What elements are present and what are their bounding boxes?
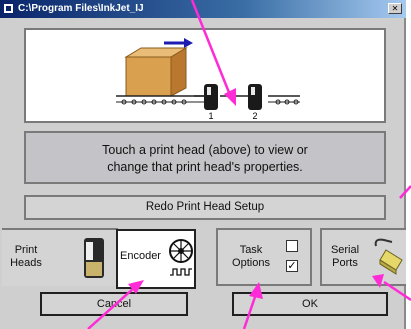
direction-arrow-icon: [164, 38, 193, 48]
print-head-2: [220, 84, 262, 110]
instruction-message: Touch a print head (above) to view or ch…: [24, 131, 386, 184]
redo-print-head-setup-button[interactable]: Redo Print Head Setup: [24, 195, 386, 220]
conveyor-illustration: 1 2: [116, 38, 300, 121]
tab-task-options-label: Task Options: [228, 244, 274, 270]
unchecked-checkbox-icon: [286, 240, 298, 252]
tab-encoder[interactable]: Encoder: [116, 229, 196, 289]
tab-task-options-label-line1: Task: [239, 244, 263, 256]
instruction-line-1: Touch a print head (above) to view or: [102, 143, 308, 157]
conveyor-left: [116, 95, 206, 105]
close-button[interactable]: ✕: [388, 3, 402, 14]
application-window: C:\Program Files\InkJet_IJ ✕ 1 2 Touch a…: [0, 0, 406, 329]
title-bar: C:\Program Files\InkJet_IJ ✕: [0, 0, 406, 18]
encoder-wheel-icon: [169, 239, 193, 276]
tab-encoder-label: Encoder: [120, 250, 161, 262]
tab-serial-ports-label: Serial Ports: [326, 244, 364, 270]
serial-cable-icon: [374, 238, 403, 275]
tab-print-heads-label-line1: Print: [14, 244, 38, 256]
print-head-diagram: 1 2: [24, 28, 386, 123]
print-head-1: [194, 84, 218, 110]
print-head-2-label: 2: [252, 111, 257, 121]
app-icon: [3, 3, 14, 14]
tab-serial-ports-label-line1: Serial: [330, 244, 360, 256]
window-title: C:\Program Files\InkJet_IJ: [18, 3, 144, 14]
tab-serial-ports-label-line2: Ports: [332, 257, 358, 269]
ok-button[interactable]: OK: [232, 292, 388, 316]
print-head-1-label: 1: [208, 111, 213, 121]
tab-print-heads-label: Print Heads: [8, 244, 44, 270]
instruction-line-2: change that print head's properties.: [107, 160, 303, 174]
tab-task-options[interactable]: Task Options ✓: [216, 228, 312, 286]
cancel-button[interactable]: Cancel: [40, 292, 188, 316]
tab-print-heads-label-line2: Heads: [10, 257, 42, 269]
conveyor-right: [268, 95, 300, 105]
product-box: [124, 47, 188, 97]
print-head-icon: [84, 238, 104, 278]
tab-task-options-label-line2: Options: [232, 257, 270, 269]
checked-checkbox-icon: ✓: [286, 260, 298, 272]
tab-print-heads[interactable]: Print Heads: [2, 228, 118, 286]
tab-serial-ports[interactable]: Serial Ports: [320, 228, 406, 286]
